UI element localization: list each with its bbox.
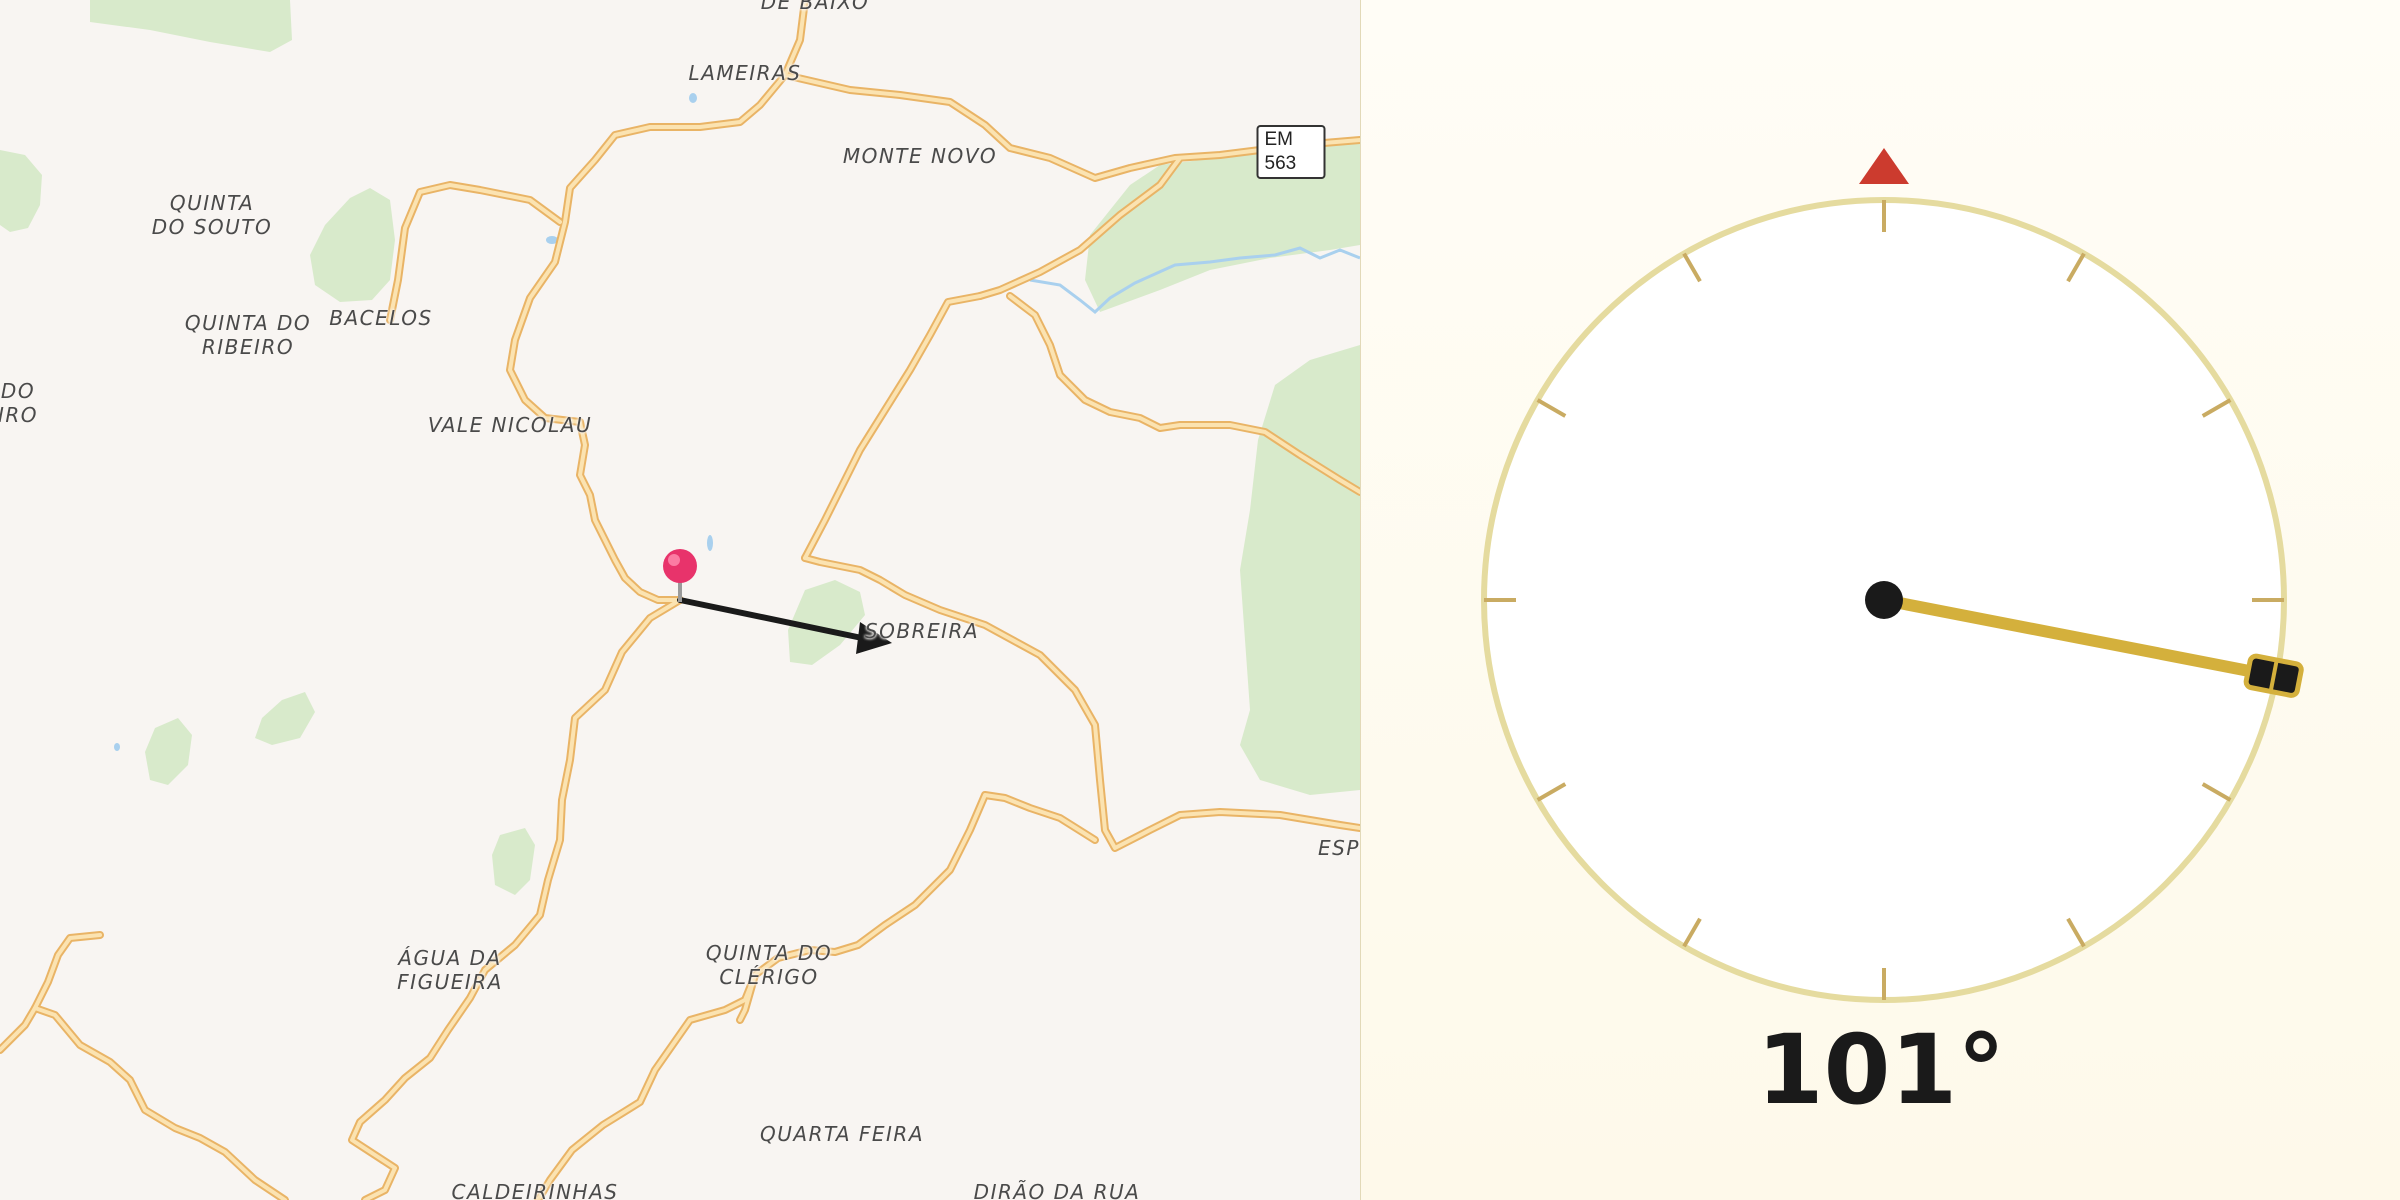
road: [388, 183, 562, 322]
park-area: [145, 718, 192, 785]
place-label: DO IRO: [0, 379, 39, 427]
pond: [707, 535, 713, 551]
road: [33, 1006, 287, 1200]
pond: [689, 93, 697, 103]
place-label: ÁGUA DA FIGUEIRA: [397, 946, 503, 994]
place-label: BACELOS: [329, 306, 433, 330]
map-view[interactable]: DE BAIXO LAMEIRAS MONTE NOVO QUINTA DO S…: [0, 0, 1360, 1200]
place-label: DE BAIXO: [760, 0, 870, 14]
road-shield: EM 563: [1256, 125, 1326, 179]
compass-hub: [1865, 581, 1903, 619]
place-label: SOBREIRA: [864, 619, 980, 643]
place-label: DIRÃO DA RUA: [973, 1180, 1141, 1200]
place-label: ESP: [1318, 836, 1360, 860]
place-label: QUINTA DO RIBEIRO: [184, 311, 312, 359]
park-area: [492, 828, 535, 895]
park-area: [90, 0, 292, 52]
north-marker-icon: [1859, 148, 1909, 184]
heading-readout: 101°: [1756, 1014, 2006, 1126]
app: DE BAIXO LAMEIRAS MONTE NOVO QUINTA DO S…: [0, 0, 2400, 1200]
location-pin-icon[interactable]: [663, 549, 697, 602]
road: [803, 294, 982, 560]
place-label: MONTE NOVO: [842, 144, 998, 168]
park-area: [1240, 345, 1360, 795]
compass-panel: 101°: [1360, 0, 2400, 1200]
road: [508, 0, 807, 602]
park-area: [255, 692, 315, 745]
place-label: QUINTA DO SOUTO: [151, 191, 273, 239]
place-label: QUINTA DO CLÉRIGO: [705, 941, 833, 989]
place-label: CALDEIRINHAS: [451, 1180, 619, 1200]
road: [0, 933, 102, 1052]
place-label: QUARTA FEIRA: [760, 1122, 924, 1146]
park-areas: [0, 0, 1360, 895]
park-area: [310, 188, 395, 302]
park-area: [0, 150, 42, 232]
place-label: LAMEIRAS: [688, 61, 802, 85]
map-canvas: [0, 0, 1360, 1200]
place-label: VALE NICOLAU: [427, 413, 593, 437]
pond: [114, 743, 120, 751]
